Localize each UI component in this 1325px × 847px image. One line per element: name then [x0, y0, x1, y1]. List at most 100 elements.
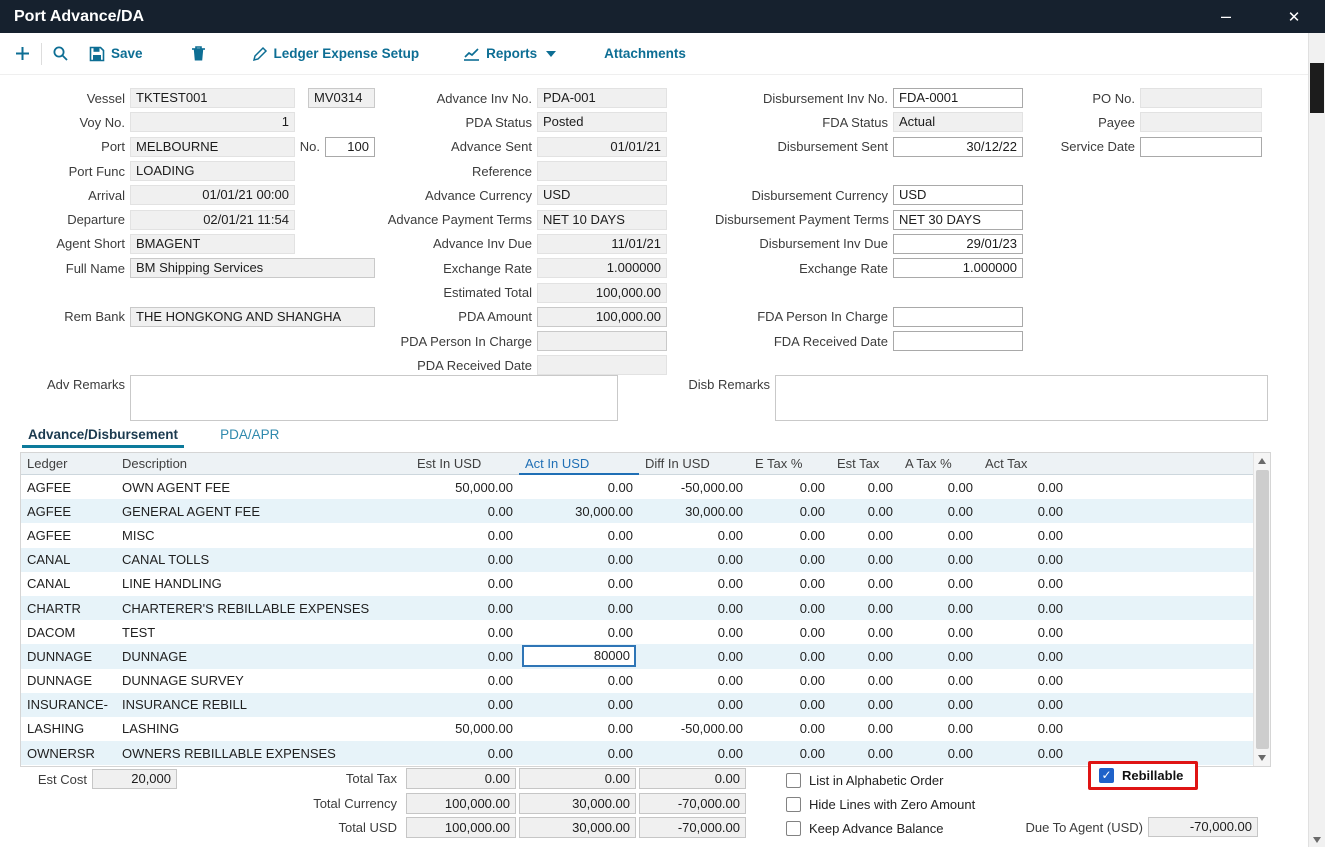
grid-cell[interactable]: 30,000.00 [519, 504, 639, 519]
table-row[interactable]: CANALLINE HANDLING0.000.000.000.000.000.… [21, 572, 1253, 596]
grid-cell[interactable]: 0.00 [519, 528, 639, 543]
disb-currency-field[interactable]: USD [893, 185, 1023, 205]
tab-pda-apr[interactable]: PDA/APR [214, 424, 285, 448]
grid-cell-editor[interactable]: 80000 [522, 645, 636, 667]
disb-sent-field[interactable]: 30/12/22 [893, 137, 1023, 157]
grid-cell[interactable]: 0.00 [411, 552, 519, 567]
grid-cell[interactable]: 0.00 [979, 552, 1069, 567]
grid-cell[interactable]: 0.00 [899, 552, 979, 567]
grid-cell[interactable]: 0.00 [899, 528, 979, 543]
grid-cell[interactable]: 0.00 [899, 480, 979, 495]
rebillable-checkbox[interactable]: ✓ [1099, 768, 1114, 783]
table-row[interactable]: AGFEEOWN AGENT FEE50,000.000.00-50,000.0… [21, 475, 1253, 499]
grid-cell[interactable]: 0.00 [519, 552, 639, 567]
table-row[interactable]: AGFEEGENERAL AGENT FEE0.0030,000.0030,00… [21, 499, 1253, 523]
grid-cell[interactable]: 0.00 [749, 552, 831, 567]
grid-scroll-thumb[interactable] [1256, 470, 1269, 749]
window-scroll-thumb[interactable] [1310, 63, 1324, 113]
grid-cell[interactable]: 0.00 [411, 697, 519, 712]
grid-cell[interactable]: INSURANCE- [21, 697, 116, 712]
grid-cell[interactable]: 0.00 [519, 480, 639, 495]
grid-cell[interactable]: 0.00 [411, 746, 519, 761]
grid-cell[interactable]: 0.00 [899, 504, 979, 519]
grid-cell[interactable]: 0.00 [639, 601, 749, 616]
column-header[interactable]: Act Tax [979, 453, 1069, 475]
grid-cell[interactable]: LASHING [116, 721, 411, 736]
grid-cell[interactable]: TEST [116, 625, 411, 640]
grid-cell[interactable]: 0.00 [979, 697, 1069, 712]
disb-remarks-textarea[interactable] [775, 375, 1268, 421]
table-row[interactable]: CHARTRCHARTERER'S REBILLABLE EXPENSES0.0… [21, 596, 1253, 620]
window-scrollbar[interactable] [1308, 33, 1325, 847]
grid-cell[interactable]: OWNERSR [21, 746, 116, 761]
checkbox-row[interactable]: List in Alphabetic Order [786, 768, 975, 792]
ledger-expense-setup-button[interactable]: Ledger Expense Setup [252, 46, 420, 62]
grid-cell[interactable]: 0.00 [831, 673, 899, 688]
column-header[interactable]: Diff In USD [639, 453, 749, 475]
grid-cell[interactable]: 0.00 [519, 673, 639, 688]
grid-cell[interactable]: CANAL [21, 552, 116, 567]
grid-cell[interactable]: 0.00 [639, 528, 749, 543]
grid-cell[interactable]: 0.00 [899, 576, 979, 591]
table-row[interactable]: INSURANCE-INSURANCE REBILL0.000.000.000.… [21, 693, 1253, 717]
grid-cell[interactable]: 0.00 [979, 673, 1069, 688]
grid-cell[interactable]: 0.00 [831, 601, 899, 616]
grid-cell[interactable]: 0.00 [411, 649, 519, 664]
grid-cell[interactable]: 0.00 [831, 552, 899, 567]
checkbox[interactable] [786, 821, 801, 836]
grid-cell[interactable]: 0.00 [639, 746, 749, 761]
close-button[interactable]: ✕ [1277, 0, 1311, 33]
grid-cell[interactable]: AGFEE [21, 504, 116, 519]
search-button[interactable] [52, 45, 69, 62]
grid-cell[interactable]: 0.00 [749, 601, 831, 616]
grid-cell[interactable]: 0.00 [831, 721, 899, 736]
grid-cell[interactable]: CHARTERER'S REBILLABLE EXPENSES [116, 601, 411, 616]
table-row[interactable]: DUNNAGEDUNNAGE0.00800000.000.000.000.000… [21, 644, 1253, 668]
grid-cell[interactable]: 0.00 [979, 746, 1069, 761]
grid-cell[interactable]: 0.00 [519, 697, 639, 712]
disb-payment-terms-field[interactable]: NET 30 DAYS [893, 210, 1023, 230]
checkbox-row[interactable]: Hide Lines with Zero Amount [786, 792, 975, 816]
table-row[interactable]: LASHINGLASHING50,000.000.00-50,000.000.0… [21, 717, 1253, 741]
add-button[interactable] [14, 45, 31, 62]
checkbox[interactable] [786, 797, 801, 812]
grid-cell[interactable]: MISC [116, 528, 411, 543]
grid-cell[interactable]: 0.00 [979, 625, 1069, 640]
grid-cell[interactable]: 50,000.00 [411, 480, 519, 495]
grid-cell[interactable]: 0.00 [831, 480, 899, 495]
grid-cell[interactable]: 0.00 [831, 576, 899, 591]
grid-cell[interactable]: 0.00 [831, 625, 899, 640]
table-row[interactable]: DACOMTEST0.000.000.000.000.000.000.00 [21, 620, 1253, 644]
grid-cell[interactable]: 0.00 [979, 480, 1069, 495]
column-header[interactable]: Description [116, 453, 411, 475]
grid-cell[interactable]: 0.00 [749, 504, 831, 519]
grid-scrollbar[interactable] [1253, 453, 1270, 766]
grid-cell[interactable]: 0.00 [639, 649, 749, 664]
column-header[interactable]: Est Tax [831, 453, 899, 475]
port-no-field[interactable]: 100 [325, 137, 375, 157]
grid-cell[interactable]: 0.00 [411, 625, 519, 640]
grid-cell[interactable]: 0.00 [749, 480, 831, 495]
adv-remarks-textarea[interactable] [130, 375, 618, 421]
delete-button[interactable] [191, 45, 206, 62]
grid-cell[interactable]: GENERAL AGENT FEE [116, 504, 411, 519]
grid-cell[interactable]: 0.00 [899, 625, 979, 640]
save-button[interactable]: Save [89, 46, 143, 62]
grid-cell[interactable]: 0.00 [519, 625, 639, 640]
grid-cell[interactable]: 0.00 [831, 746, 899, 761]
grid-cell[interactable]: 0.00 [749, 697, 831, 712]
grid-cell[interactable]: 0.00 [411, 504, 519, 519]
grid-cell[interactable]: 0.00 [979, 721, 1069, 736]
grid-cell[interactable]: 0.00 [749, 721, 831, 736]
grid-cell[interactable]: CANAL [21, 576, 116, 591]
grid-cell[interactable]: 0.00 [831, 528, 899, 543]
grid-cell[interactable]: 0.00 [749, 625, 831, 640]
grid-cell[interactable]: 0.00 [979, 528, 1069, 543]
checkbox[interactable] [786, 773, 801, 788]
window-scroll-down-button[interactable] [1309, 837, 1325, 843]
column-header[interactable]: Est In USD [411, 453, 519, 475]
column-header[interactable]: Act In USD [519, 453, 639, 475]
grid-cell[interactable]: 0.00 [899, 721, 979, 736]
grid-cell[interactable]: 0.00 [411, 601, 519, 616]
minimize-button[interactable]: – [1209, 0, 1243, 33]
